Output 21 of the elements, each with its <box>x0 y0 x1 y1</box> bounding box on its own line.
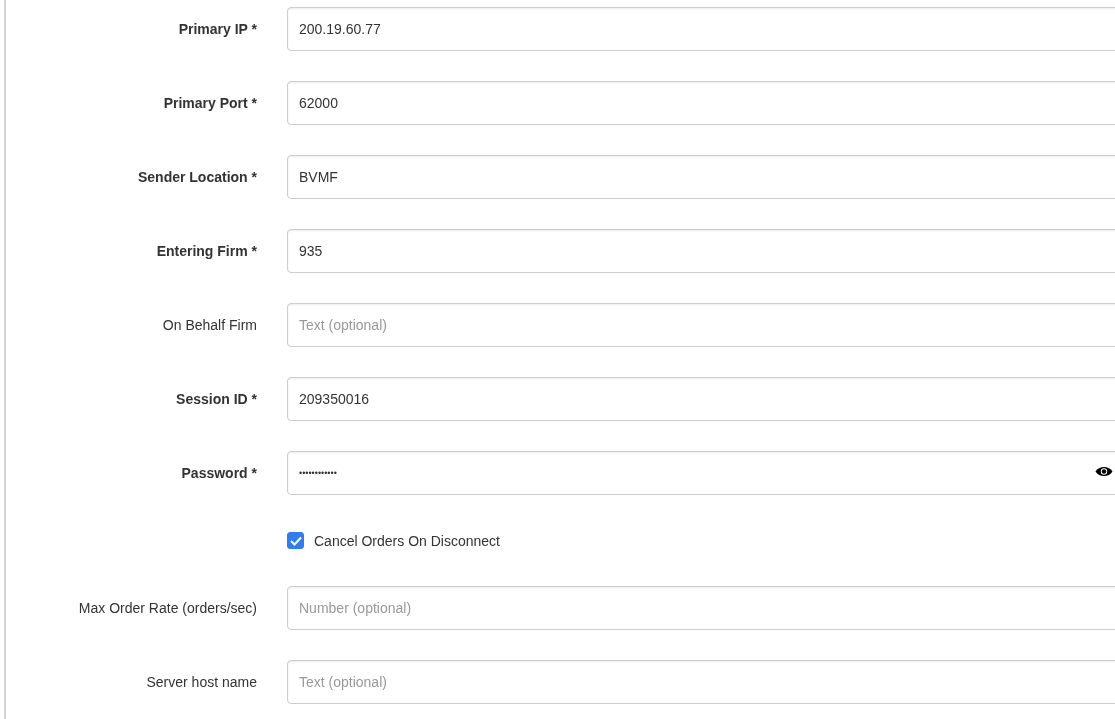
input-field[interactable]: Text (optional) <box>287 660 1115 704</box>
field-label: Entering Firm * <box>155 243 257 259</box>
field-label: Primary Port * <box>162 95 257 111</box>
field-label: Sender Location * <box>136 169 257 185</box>
field-label: Primary IP * <box>177 21 257 37</box>
checkbox[interactable] <box>287 532 304 549</box>
input-field[interactable]: 209350016 <box>287 377 1115 421</box>
field-label: Session ID * <box>175 391 257 407</box>
input-field[interactable]: 935 <box>287 229 1115 273</box>
input-field[interactable]: BVMF <box>287 155 1115 199</box>
field-label: Server host name <box>145 674 257 690</box>
field-label: Password * <box>180 465 257 481</box>
checkbox-label: Cancel Orders On Disconnect <box>314 532 500 549</box>
input-field[interactable]: 62000 <box>287 81 1115 125</box>
eye-icon[interactable] <box>1095 465 1113 478</box>
input-field[interactable]: Text (optional) <box>287 303 1115 347</box>
field-label: Max Order Rate (orders/sec) <box>77 600 257 616</box>
input-field[interactable]: Number (optional) <box>287 586 1115 630</box>
input-field[interactable]: 200.19.60.77 <box>287 7 1115 51</box>
password-field[interactable]: •••••••••••• <box>287 451 1115 495</box>
field-label: On Behalf Firm <box>161 317 257 333</box>
